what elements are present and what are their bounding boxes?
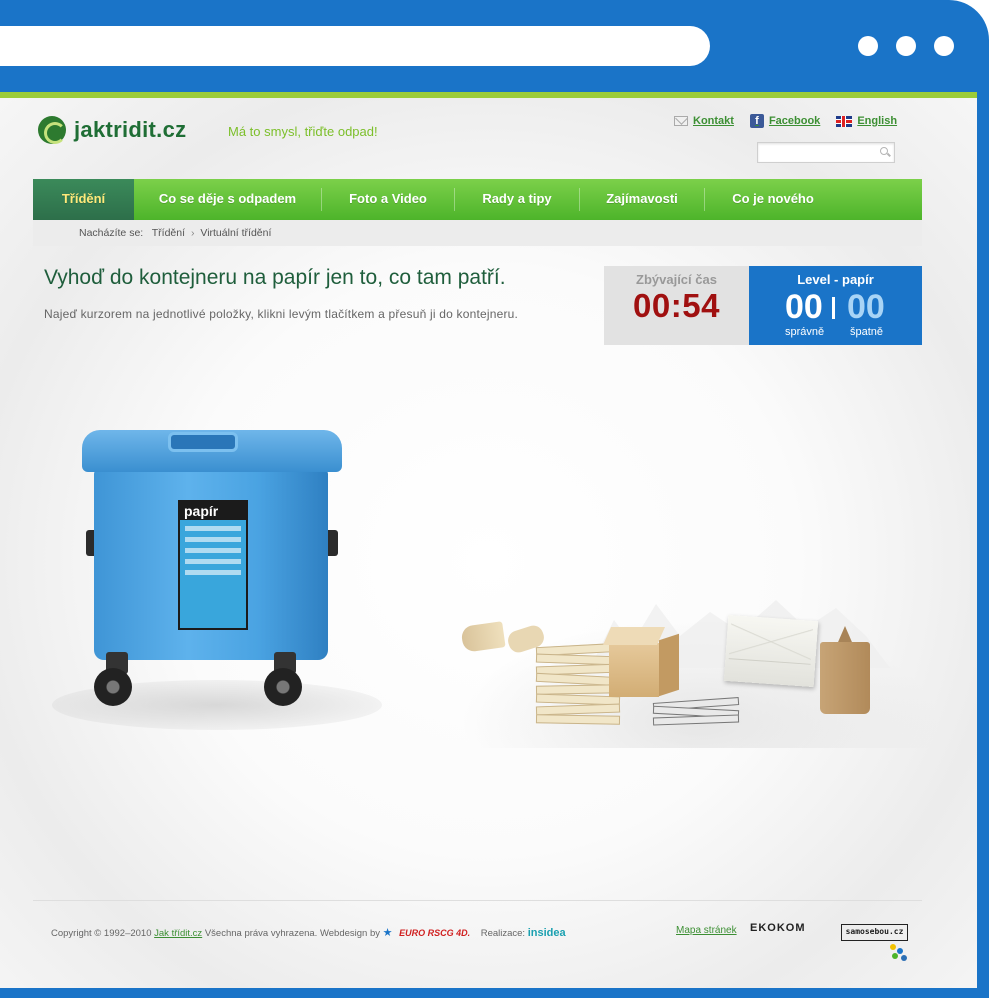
browser-frame-edge xyxy=(977,60,989,998)
euro-rscg-star-icon: ★ xyxy=(382,927,393,939)
realizace-label: Realizace: xyxy=(480,928,526,939)
dot-yellow xyxy=(890,944,896,950)
mail-icon xyxy=(674,116,688,126)
paper-bin[interactable]: papír xyxy=(52,430,382,730)
bin-label: papír xyxy=(178,500,248,630)
nav-item-rady-tipy[interactable]: Rady a tipy xyxy=(455,179,579,220)
logo-text: jaktridit.cz xyxy=(74,117,187,142)
box-front xyxy=(609,643,659,697)
nav-item-zajimavosti[interactable]: Zajímavosti xyxy=(580,179,704,220)
dot-green xyxy=(892,953,898,959)
game-instructions: Najeď kurzorem na jednotlivé položky, kl… xyxy=(44,307,519,321)
level-title: Level - papír xyxy=(797,272,874,287)
main-nav: Třídění Co se děje s odpadem Foto a Vide… xyxy=(33,179,922,220)
paper-roll xyxy=(460,621,506,653)
facebook-label: Facebook xyxy=(768,115,821,127)
bin-label-decoration xyxy=(185,570,241,575)
facebook-link[interactable]: f Facebook xyxy=(749,114,821,128)
dot-blue xyxy=(897,948,903,954)
bin-label-decoration xyxy=(185,548,241,553)
nav-item-co-se-deje[interactable]: Co se děje s odpadem xyxy=(134,179,321,220)
newspaper-sheet xyxy=(652,714,740,726)
recycle-logo-icon xyxy=(38,116,66,144)
breadcrumb-item-virtualni: Virtuální třídění xyxy=(200,227,272,239)
facebook-icon: f xyxy=(749,114,764,128)
breadcrumb-item-trideni[interactable]: Třídění xyxy=(152,227,185,239)
timer-panel: Zbývající čas 00:54 xyxy=(604,266,749,345)
english-link[interactable]: English xyxy=(836,114,897,128)
score-row: 00 00 xyxy=(749,288,922,326)
timer-label: Zbývající čas xyxy=(636,272,717,287)
wrong-label: špatně xyxy=(850,326,884,338)
nav-item-trideni[interactable]: Třídění xyxy=(33,179,134,220)
nav-item-co-je-noveho[interactable]: Co je nového xyxy=(705,179,841,220)
contact-label: Kontakt xyxy=(693,115,734,127)
wrong-score: 00 xyxy=(847,288,885,326)
bin-lid xyxy=(82,430,342,472)
samosebou-dots-icon xyxy=(890,944,910,964)
site-logo[interactable]: jaktridit.cz xyxy=(38,116,186,144)
correct-label: správně xyxy=(785,326,825,338)
bin-label-title: papír xyxy=(180,502,246,520)
search-box xyxy=(757,142,895,163)
contact-link[interactable]: Kontakt xyxy=(674,114,734,128)
english-label: English xyxy=(857,115,898,127)
tagline: Má to smysl, třiďte odpad! xyxy=(228,124,378,139)
bin-label-decoration xyxy=(185,559,241,564)
breadcrumb: Nacházíte se: Třídění › Virtuální tříděn… xyxy=(33,220,922,246)
envelope-item[interactable] xyxy=(723,614,820,692)
insidea-logo[interactable]: insidea xyxy=(528,927,566,939)
address-bar[interactable] xyxy=(0,26,710,66)
bin-label-decoration xyxy=(185,526,241,531)
window-dot-icon[interactable] xyxy=(896,36,916,56)
score-divider xyxy=(832,297,835,319)
copyright-link[interactable]: Jak třídit.cz xyxy=(154,928,202,939)
ekokom-logo[interactable]: EKOKOM xyxy=(750,922,806,934)
euro-rscg-logo[interactable]: EURO RSCG 4D. xyxy=(399,928,470,938)
search-icon[interactable] xyxy=(880,147,888,155)
bag-body xyxy=(820,642,870,714)
sitemap-link[interactable]: Mapa stránek xyxy=(676,925,737,936)
breadcrumb-separator: › xyxy=(190,227,195,239)
wheel xyxy=(264,668,302,706)
nav-item-foto-video[interactable]: Foto a Video xyxy=(322,179,454,220)
level-panel: Level - papír 00 00 správně špatně xyxy=(749,266,922,345)
bin-label-decoration xyxy=(185,537,241,542)
timer-value: 00:54 xyxy=(633,287,720,324)
window-dot-icon[interactable] xyxy=(934,36,954,56)
bin-slot xyxy=(168,432,238,452)
wheel xyxy=(94,668,132,706)
breadcrumb-prefix: Nacházíte se: xyxy=(79,227,144,239)
window-dot-icon[interactable] xyxy=(858,36,878,56)
newspaper-item[interactable] xyxy=(652,696,743,730)
browser-frame-edge xyxy=(0,988,989,998)
copyright-suffix: Všechna práva vyhrazena. Webdesign by xyxy=(204,928,380,939)
copyright: Copyright © 1992–2010 Jak třídit.cz Všec… xyxy=(51,926,566,939)
correct-score: 00 xyxy=(785,288,823,326)
top-links: Kontakt f Facebook English xyxy=(674,114,897,128)
copyright-prefix: Copyright © 1992–2010 xyxy=(51,928,152,939)
search-input[interactable] xyxy=(758,143,870,163)
samosebou-logo[interactable]: samosebou.cz xyxy=(841,924,908,941)
paper-bag-item[interactable] xyxy=(818,626,872,718)
game-heading: Vyhoď do kontejneru na papír jen to, co … xyxy=(44,266,506,289)
box-flap xyxy=(602,627,666,645)
box-side xyxy=(659,633,679,697)
page-content: jaktridit.cz Má to smysl, třiďte odpad! … xyxy=(0,98,977,988)
footer-divider xyxy=(33,900,922,901)
uk-flag-icon xyxy=(836,115,853,127)
envelope-flap xyxy=(728,619,814,665)
dot-navy xyxy=(901,955,907,961)
cardboard-box-item[interactable] xyxy=(602,621,681,699)
paper-sheet xyxy=(535,714,621,725)
